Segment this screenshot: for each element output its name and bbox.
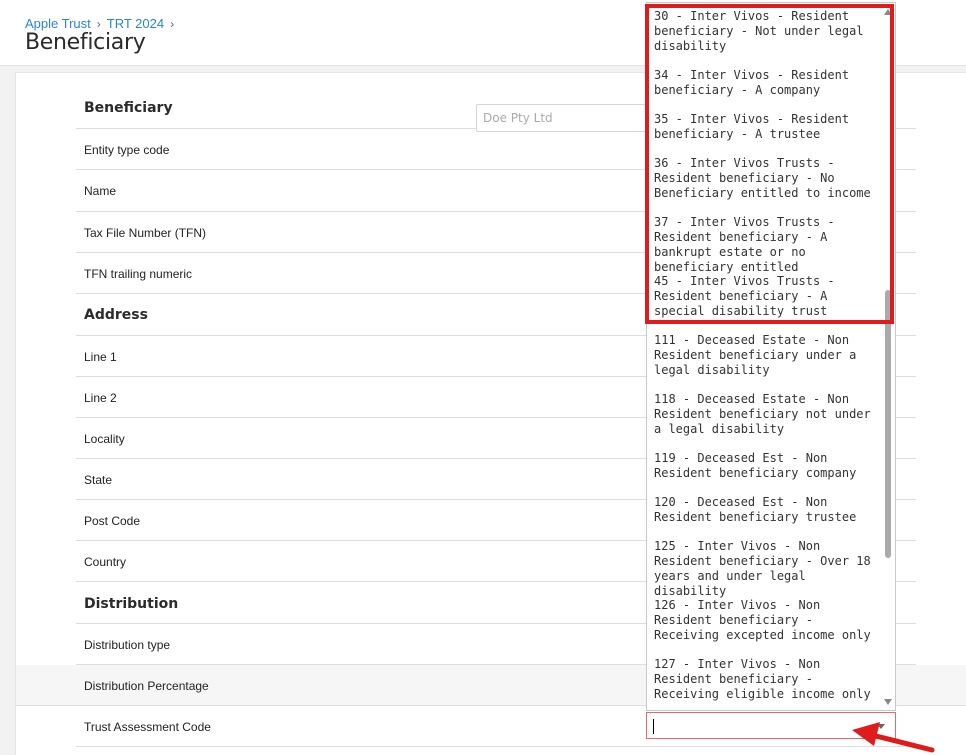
- dropdown-option[interactable]: 125 - Inter Vivos - Non Resident benefic…: [654, 539, 876, 599]
- breadcrumb-link-trust[interactable]: Apple Trust: [25, 16, 91, 31]
- field-label-line2: Line 2: [84, 391, 117, 405]
- text-caret: [653, 719, 654, 734]
- arrow-annotation-icon: [852, 722, 935, 753]
- scroll-down-icon[interactable]: [884, 699, 892, 705]
- breadcrumb: Apple Trust › TRT 2024 ›: [25, 16, 180, 31]
- name-input[interactable]: Doe Pty Ltd: [476, 104, 646, 132]
- dropdown-option[interactable]: 119 - Deceased Est - Non Resident benefi…: [654, 451, 876, 481]
- page-title: Beneficiary: [25, 30, 146, 55]
- field-label-locality: Locality: [84, 432, 125, 446]
- chevron-right-icon: ›: [96, 17, 101, 31]
- field-label-trust-assessment-code: Trust Assessment Code: [84, 720, 211, 734]
- field-label-post-code: Post Code: [84, 514, 141, 528]
- field-label-name: Name: [84, 184, 117, 198]
- field-label-line1: Line 1: [84, 350, 117, 364]
- field-label-state: State: [84, 473, 113, 487]
- field-label-distribution-type: Distribution type: [84, 638, 171, 652]
- field-label-country: Country: [84, 555, 127, 569]
- section-title-address: Address: [84, 307, 148, 323]
- section-title-beneficiary: Beneficiary: [84, 100, 173, 116]
- field-label-tfn-trailing: TFN trailing numeric: [84, 267, 193, 281]
- chevron-right-icon: ›: [170, 17, 175, 31]
- breadcrumb-link-return[interactable]: TRT 2024: [107, 16, 164, 31]
- scrollbar-thumb[interactable]: [885, 290, 891, 558]
- dropdown-option[interactable]: 126 - Inter Vivos - Non Resident benefic…: [654, 598, 876, 643]
- dropdown-option[interactable]: 118 - Deceased Estate - Non Resident ben…: [654, 392, 876, 437]
- dropdown-option[interactable]: 111 - Deceased Estate - Non Resident ben…: [654, 333, 876, 378]
- field-label-tfn: Tax File Number (TFN): [84, 226, 207, 240]
- dropdown-option[interactable]: 120 - Deceased Est - Non Resident benefi…: [654, 495, 876, 525]
- section-title-distribution: Distribution: [84, 596, 179, 612]
- field-label-distribution-percentage: Distribution Percentage: [84, 679, 209, 693]
- highlight-annotation-box: [645, 4, 894, 324]
- field-label-entity-type-code: Entity type code: [84, 143, 170, 157]
- dropdown-option[interactable]: 127 - Inter Vivos - Non Resident benefic…: [654, 657, 876, 702]
